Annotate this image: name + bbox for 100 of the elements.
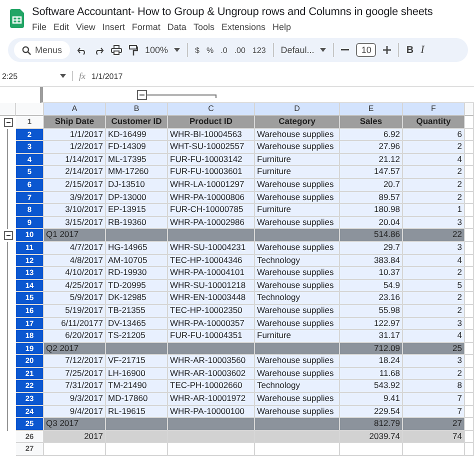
table-cell: 7/12/2017 bbox=[44, 355, 106, 368]
outline-corner bbox=[0, 103, 16, 116]
menu-item[interactable]: Edit bbox=[54, 22, 70, 32]
table-cell: 74 bbox=[403, 430, 465, 444]
table-cell: Technology bbox=[255, 292, 340, 305]
caret-icon bbox=[60, 74, 66, 78]
table-cell: KD-16499 bbox=[106, 128, 168, 142]
table-cell: VF-21715 bbox=[106, 355, 168, 368]
table-cell: WHT-SU-10002557 bbox=[168, 141, 255, 154]
column-header[interactable]: F bbox=[403, 103, 465, 116]
table-cell: FUR-FU-10003601 bbox=[168, 166, 255, 179]
table-cell: 2 bbox=[403, 192, 465, 204]
menu-item[interactable]: Insert bbox=[102, 22, 125, 32]
empty-cell bbox=[465, 443, 474, 456]
format-button[interactable]: .00 bbox=[234, 46, 246, 54]
table-cell: 4/7/2017 bbox=[44, 242, 106, 255]
table-cell: DV-13465 bbox=[106, 318, 168, 330]
table-cell: LH-16900 bbox=[106, 368, 168, 380]
menu-item[interactable]: Extensions bbox=[221, 22, 266, 32]
table-cell: 712.09 bbox=[340, 342, 403, 356]
plus-icon[interactable] bbox=[383, 46, 392, 54]
table-cell: 4/8/2017 bbox=[44, 254, 106, 268]
paint-format-icon[interactable] bbox=[129, 44, 138, 56]
collapse-group-icon[interactable] bbox=[4, 231, 12, 240]
table-cell: 229.54 bbox=[340, 406, 403, 418]
table-cell: Warehouse supplies bbox=[255, 267, 340, 280]
print-icon[interactable] bbox=[111, 45, 122, 55]
table-cell: 2 bbox=[403, 267, 465, 280]
table-cell: TEC-PH-10002660 bbox=[168, 380, 255, 394]
menu-item[interactable]: Format bbox=[132, 22, 160, 32]
search-menus-field[interactable]: Menus bbox=[14, 41, 70, 59]
menu-item[interactable]: File bbox=[32, 22, 47, 32]
function-label: fx bbox=[79, 71, 86, 81]
table-cell: WHR-PA-10000806 bbox=[168, 192, 255, 204]
table-cell: Warehouse supplies bbox=[255, 178, 340, 192]
empty-cell bbox=[465, 141, 474, 154]
table-cell: Warehouse supplies bbox=[255, 128, 340, 142]
collapse-group-icon[interactable] bbox=[4, 118, 12, 127]
column-header[interactable]: C bbox=[168, 103, 255, 116]
format-button[interactable]: % bbox=[206, 46, 214, 54]
format-button[interactable]: $ bbox=[195, 46, 200, 54]
table-cell: 7/31/2017 bbox=[44, 380, 106, 394]
table-cell: TM-21490 bbox=[106, 380, 168, 394]
column-header[interactable]: B bbox=[106, 103, 168, 116]
table-cell: Warehouse supplies bbox=[255, 280, 340, 292]
table-cell: 3 bbox=[403, 355, 465, 368]
table-cell: 6/11/20177 bbox=[44, 318, 106, 330]
column-group-toggle-icon[interactable] bbox=[137, 90, 217, 100]
table-cell: 2 bbox=[403, 178, 465, 192]
italic-button[interactable]: I bbox=[420, 44, 424, 56]
zoom-dropdown[interactable]: 100% bbox=[145, 45, 180, 55]
table-cell: HG-14965 bbox=[106, 242, 168, 255]
table-cell: TEC-HP-10002350 bbox=[168, 304, 255, 318]
undo-icon[interactable] bbox=[77, 46, 88, 54]
menu-item[interactable]: Tools bbox=[193, 22, 214, 32]
menu-item[interactable]: Data bbox=[167, 22, 186, 32]
bold-button[interactable]: B bbox=[406, 44, 414, 56]
table-cell: FUR-FU-10004351 bbox=[168, 330, 255, 343]
menu-item[interactable]: Help bbox=[272, 22, 291, 32]
table-cell: Warehouse supplies bbox=[255, 216, 340, 230]
redo-icon[interactable] bbox=[94, 46, 104, 54]
column-header[interactable]: D bbox=[255, 103, 340, 116]
table-cell: 54.9 bbox=[340, 280, 403, 292]
table-cell: FUR-CH-10000785 bbox=[168, 204, 255, 217]
table-cell: 2 bbox=[403, 304, 465, 318]
table-cell: Warehouse supplies bbox=[255, 318, 340, 330]
document-title: Software Accountant- How to Group & Ungroup rows and Columns in google sheets bbox=[32, 4, 433, 20]
formula-field[interactable]: 1/1/2017 bbox=[92, 72, 123, 80]
table-cell: 1/14/2017 bbox=[44, 154, 106, 166]
table-cell: 5 bbox=[403, 280, 465, 292]
column-header[interactable]: E bbox=[340, 103, 403, 116]
caret-icon bbox=[320, 48, 326, 52]
column-title: Quantity bbox=[403, 116, 465, 129]
minus-icon[interactable] bbox=[341, 49, 350, 51]
table-cell: WHR-PA-10000100 bbox=[168, 406, 255, 418]
table-cell: WHR-AR-10001972 bbox=[168, 393, 255, 406]
table-cell: 6/20/2017 bbox=[44, 330, 106, 343]
table-cell: 9.41 bbox=[340, 393, 403, 406]
table-cell: Warehouse supplies bbox=[255, 192, 340, 204]
format-button[interactable]: 123 bbox=[252, 46, 266, 54]
table-cell: 31.17 bbox=[340, 330, 403, 343]
table-cell: WHR-AR-10003560 bbox=[168, 355, 255, 368]
font-size-field[interactable]: 10 bbox=[356, 43, 376, 57]
font-dropdown[interactable]: Defaul... bbox=[280, 45, 326, 55]
table-cell: 147.57 bbox=[340, 166, 403, 179]
empty-cell bbox=[465, 430, 474, 444]
empty-cell bbox=[465, 166, 474, 179]
format-button[interactable]: .0 bbox=[220, 46, 228, 54]
table-cell: Furniture bbox=[255, 204, 340, 217]
table-cell: RL-19615 bbox=[106, 406, 168, 418]
menu-item[interactable]: View bbox=[76, 22, 96, 32]
caret-icon bbox=[174, 48, 180, 52]
table-cell: 7 bbox=[403, 406, 465, 418]
empty-cell bbox=[465, 204, 474, 217]
name-box[interactable]: 2:25 bbox=[2, 72, 66, 80]
table-cell: 20.04 bbox=[340, 216, 403, 230]
table-cell: Q2 2017 bbox=[44, 342, 106, 356]
table-cell: 25 bbox=[403, 342, 465, 356]
column-header[interactable]: A bbox=[44, 103, 106, 116]
empty-cell bbox=[465, 330, 474, 343]
